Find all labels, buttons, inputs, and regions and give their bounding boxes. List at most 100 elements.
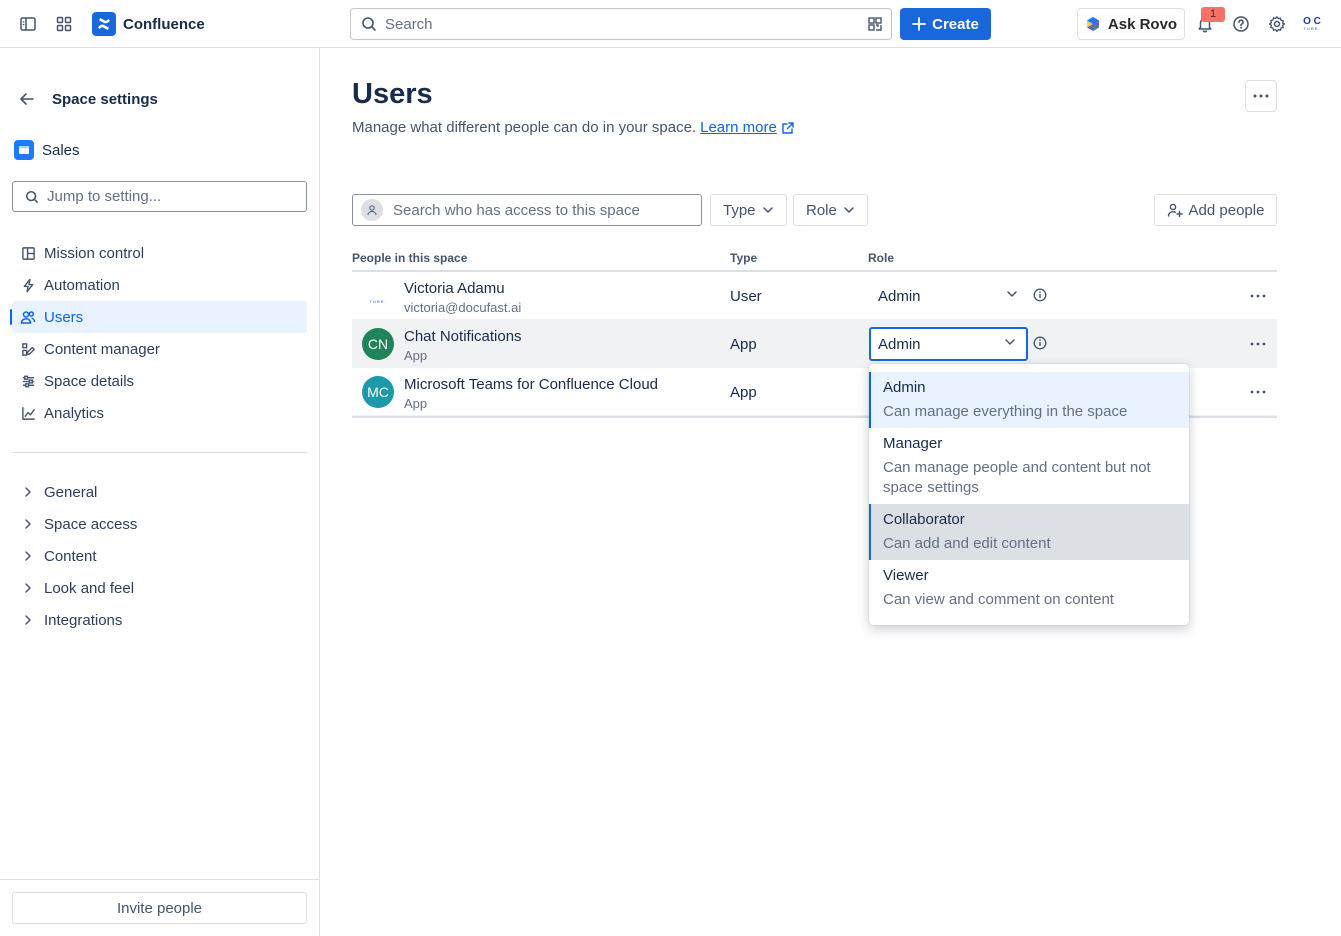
edit-icon xyxy=(20,341,36,357)
sidebar-item-automation[interactable]: Automation xyxy=(12,269,307,301)
person-name: Microsoft Teams for Confluence Cloud xyxy=(404,376,659,393)
column-header-role: Role xyxy=(868,251,895,265)
sidebar-item-content-manager[interactable]: Content manager xyxy=(12,333,307,365)
role-select[interactable]: Admin xyxy=(869,279,1028,313)
sidebar-group-general[interactable]: General xyxy=(12,476,307,508)
person-type: App xyxy=(730,384,757,401)
sidebar-item-mission-control[interactable]: Mission control xyxy=(12,237,307,269)
role-filter-button[interactable]: Role xyxy=(793,194,868,226)
global-search[interactable] xyxy=(350,8,892,40)
sidebar-item-label: Space details xyxy=(44,372,135,390)
sidebar-title: Space settings xyxy=(52,90,158,108)
chart-icon xyxy=(20,405,36,421)
create-button[interactable]: Create xyxy=(900,8,991,40)
role-select-value: Admin xyxy=(878,335,921,353)
ask-rovo-button[interactable]: Ask Rovo xyxy=(1077,8,1185,40)
person-icon xyxy=(361,199,383,221)
avatar: O C TURE. xyxy=(362,280,394,312)
chevron-right-icon xyxy=(25,615,31,625)
confluence-logo-icon xyxy=(92,12,116,36)
plus-icon xyxy=(912,17,927,31)
role-select-value: Admin xyxy=(878,287,921,305)
role-option-title: Admin xyxy=(883,379,926,396)
more-horizontal-icon[interactable] xyxy=(1250,382,1266,402)
confluence-logo[interactable]: Confluence xyxy=(92,12,205,36)
sidebar-item-label: Analytics xyxy=(44,404,105,422)
sidebar-group-content[interactable]: Content xyxy=(12,540,307,572)
jump-to-setting-search[interactable] xyxy=(12,181,307,212)
sidebar-item-space-details[interactable]: Space details xyxy=(12,365,307,397)
role-option-description: Can manage everything in the space xyxy=(883,403,1128,420)
role-option-collaborator[interactable]: Collaborator Can add and edit content xyxy=(869,504,1189,560)
external-link-icon xyxy=(782,121,794,134)
help-icon[interactable] xyxy=(1229,12,1253,36)
ask-rovo-label: Ask Rovo xyxy=(1107,15,1178,33)
role-option-admin[interactable]: Admin Can manage everything in the space xyxy=(869,372,1189,428)
type-filter-label: Type xyxy=(723,201,756,219)
sidebar-header: Space settings xyxy=(18,90,158,108)
space-link[interactable]: Sales xyxy=(14,140,80,160)
sidebar-item-label: Content manager xyxy=(44,340,160,358)
sidebar-toggle-icon[interactable] xyxy=(16,12,40,36)
info-icon[interactable] xyxy=(1033,288,1047,302)
settings-gear-icon[interactable] xyxy=(1265,12,1289,36)
role-select[interactable]: Admin xyxy=(869,327,1028,361)
access-search[interactable] xyxy=(352,194,702,226)
role-option-manager[interactable]: Manager Can manage people and content bu… xyxy=(869,428,1189,504)
page-description: Manage what different people can do in y… xyxy=(352,119,795,136)
column-header-people: People in this space xyxy=(352,251,468,265)
person-subtitle: App xyxy=(404,348,428,363)
avatar: CN xyxy=(362,328,394,360)
access-search-input[interactable] xyxy=(393,201,693,219)
sidebar-group-space-access[interactable]: Space access xyxy=(12,508,307,540)
sliders-icon xyxy=(20,373,36,389)
sidebar-group-label: Content xyxy=(44,547,97,565)
profile-avatar[interactable]: O C TURE. xyxy=(1300,12,1324,36)
chevron-down-icon xyxy=(844,207,854,213)
page-more-actions-button[interactable] xyxy=(1245,80,1277,112)
sidebar-group-integrations[interactable]: Integrations xyxy=(12,604,307,636)
role-option-viewer[interactable]: Viewer Can view and comment on content xyxy=(869,560,1189,616)
more-horizontal-icon[interactable] xyxy=(1250,334,1266,354)
sidebar-item-analytics[interactable]: Analytics xyxy=(12,397,307,429)
info-icon[interactable] xyxy=(1033,336,1047,350)
role-option-description-line: Can manage people and content but not xyxy=(883,459,1151,476)
settings-nav: Mission control Automation Users Content… xyxy=(10,237,307,429)
person-name: Victoria Adamu xyxy=(404,280,505,297)
avatar-subtext: TURE. xyxy=(369,299,387,304)
page-description-text: Manage what different people can do in y… xyxy=(352,119,697,136)
app-switcher-icon[interactable] xyxy=(52,12,76,36)
settings-sidebar: Space settings Sales Mission control Aut… xyxy=(0,48,320,936)
sidebar-group-label: General xyxy=(44,483,98,501)
sidebar-group-label: Integrations xyxy=(44,611,123,629)
space-name: Sales xyxy=(42,141,80,159)
sidebar-group-look-and-feel[interactable]: Look and feel xyxy=(12,572,307,604)
back-arrow-icon[interactable] xyxy=(18,90,36,108)
sidebar-item-users[interactable]: Users xyxy=(10,301,307,333)
avatar: MC xyxy=(362,376,394,408)
table-row: CN Chat Notifications App App Admin xyxy=(352,320,1277,368)
qr-scan-icon[interactable] xyxy=(867,16,883,32)
chevron-down-icon xyxy=(1007,291,1017,297)
more-horizontal-icon xyxy=(1253,94,1269,98)
sidebar-group-label: Look and feel xyxy=(44,579,135,597)
add-person-icon xyxy=(1167,203,1183,218)
global-search-input[interactable] xyxy=(385,15,845,33)
sidebar-footer-divider xyxy=(0,879,320,880)
role-option-description-line: space settings xyxy=(883,479,979,496)
add-people-button[interactable]: Add people xyxy=(1154,194,1277,226)
notification-badge: 1 xyxy=(1201,7,1225,22)
create-label: Create xyxy=(932,15,979,33)
table-row: O C TURE. Victoria Adamu victoria@docufa… xyxy=(352,272,1277,320)
chevron-right-icon xyxy=(25,519,31,529)
lightning-icon xyxy=(20,277,36,293)
type-filter-button[interactable]: Type xyxy=(710,194,787,226)
chevron-right-icon xyxy=(25,583,31,593)
more-horizontal-icon[interactable] xyxy=(1250,286,1266,306)
jump-to-setting-input[interactable] xyxy=(47,188,287,205)
person-name: Chat Notifications xyxy=(404,328,522,345)
learn-more-link[interactable]: Learn more xyxy=(700,119,777,136)
settings-groups: General Space access Content Look and fe… xyxy=(12,476,307,636)
invite-people-button[interactable]: Invite people xyxy=(12,892,307,924)
sidebar-divider xyxy=(12,452,307,453)
